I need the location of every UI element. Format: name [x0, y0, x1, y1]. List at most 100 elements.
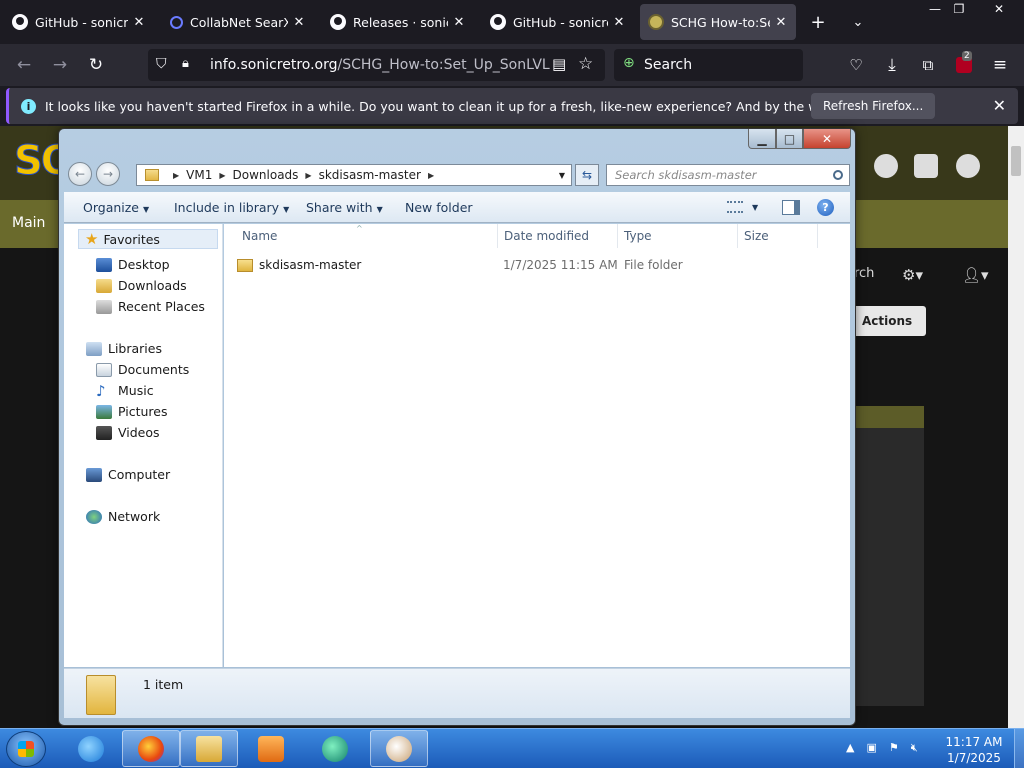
user-icon[interactable]: 👤︎▾ — [962, 266, 989, 284]
column-header-date[interactable]: Date modified — [498, 224, 618, 248]
include-in-library-button[interactable]: Include in library ▼ — [174, 200, 289, 215]
close-icon[interactable]: ✕ — [993, 96, 1006, 115]
breadcrumb-downloads[interactable]: Downloads — [233, 168, 299, 182]
discord-icon[interactable] — [914, 154, 938, 178]
browser-tab[interactable]: CollabNet SearXNG ✕ — [162, 4, 314, 40]
lock-icon[interactable]: 🔒︎ — [182, 56, 189, 71]
share-with-button[interactable]: Share with ▼ — [306, 200, 383, 215]
chevron-right-icon[interactable]: ▶ — [428, 171, 434, 180]
nav-documents[interactable]: Documents — [96, 362, 189, 377]
column-header-name[interactable]: Name — [236, 224, 498, 248]
actions-button[interactable]: Actions — [846, 306, 926, 336]
close-tab-icon[interactable]: ✕ — [292, 15, 306, 30]
scrollbar-thumb[interactable] — [1011, 146, 1021, 176]
chevron-right-icon[interactable]: ▶ — [219, 171, 225, 180]
minimize-button[interactable]: ▁ — [748, 129, 776, 149]
table-row[interactable]: skdisasm-master 1/7/2025 11:15 AM File f… — [237, 254, 837, 276]
media-player-icon[interactable] — [242, 730, 300, 767]
view-dropdown-icon[interactable]: ▼ — [752, 203, 758, 212]
nav-favorites[interactable]: ★ Favorites — [78, 229, 218, 249]
back-arrow-icon[interactable]: ← — [10, 51, 38, 79]
download-icon[interactable]: ⤓ — [878, 51, 906, 79]
maximize-button[interactable]: □ — [776, 129, 803, 149]
nav-videos[interactable]: Videos — [96, 425, 160, 440]
shield-icon[interactable]: ⛉ — [156, 56, 167, 72]
bookmark-star-icon[interactable]: ☆ — [578, 54, 593, 74]
nav-recent-places[interactable]: Recent Places — [96, 299, 205, 314]
nav-label: Network — [108, 509, 161, 524]
tab-label: Releases · sonicretro — [353, 14, 448, 30]
refresh-firefox-button[interactable]: Refresh Firefox... — [811, 93, 936, 119]
browser-tab[interactable]: Releases · sonicretro ✕ — [322, 4, 474, 40]
nav-main-link[interactable]: Main — [12, 215, 45, 231]
preview-pane-icon[interactable] — [782, 200, 800, 215]
volume-muted-icon[interactable]: 🔇︎ — [911, 741, 918, 755]
chevron-right-icon[interactable]: ▶ — [305, 171, 311, 180]
back-button[interactable]: ← — [68, 162, 92, 186]
close-button[interactable]: ✕ — [803, 129, 851, 149]
ublock-icon[interactable]: 2 — [950, 51, 978, 79]
github-icon[interactable] — [874, 154, 898, 178]
reload-icon[interactable]: ↻ — [82, 51, 110, 79]
chat-app-icon[interactable] — [306, 730, 364, 767]
new-tab-button[interactable]: + — [804, 8, 832, 36]
extensions-icon[interactable]: ⧉ — [914, 51, 942, 79]
nav-pictures[interactable]: Pictures — [96, 404, 168, 419]
url-text[interactable]: info.sonicretro.org/SCHG_How-to:Set_Up_S… — [210, 57, 550, 73]
restore-icon[interactable]: ❐ — [944, 0, 974, 18]
browser-tab[interactable]: GitHub - sonicretro ✕ — [4, 4, 154, 40]
share-label: Share with — [306, 200, 373, 215]
page-scrollbar[interactable] — [1008, 126, 1024, 728]
clock-time: 11:17 AM — [945, 735, 1003, 749]
help-icon[interactable]: ? — [817, 199, 834, 216]
chevron-right-icon[interactable]: ▶ — [173, 171, 179, 180]
clock[interactable]: 11:17 AM 1/7/2025 — [940, 734, 1008, 766]
nav-music[interactable]: ♪ Music — [96, 383, 154, 398]
menu-hamburger-icon[interactable]: ≡ — [986, 51, 1014, 79]
details-pane: 1 item — [64, 668, 850, 718]
column-header-type[interactable]: Type — [618, 224, 738, 248]
column-header-size[interactable]: Size — [738, 224, 818, 248]
breadcrumb-vm1[interactable]: VM1 — [186, 168, 212, 182]
dropdown-arrow-icon: ▼ — [143, 205, 150, 214]
internet-explorer-icon[interactable] — [62, 730, 120, 767]
refresh-icon[interactable]: ⇆ — [575, 164, 599, 186]
url-bar[interactable]: ⛉ 🔒︎ info.sonicretro.org/SCHG_How-to:Set… — [148, 49, 605, 81]
browser-tab-active[interactable]: SCHG How-to:Set Up SonLVL ✕ — [640, 4, 796, 40]
close-tab-icon[interactable]: ✕ — [612, 15, 626, 30]
forward-arrow-icon[interactable]: → — [46, 51, 74, 79]
nav-desktop[interactable]: Desktop — [96, 257, 170, 272]
show-hidden-icons-icon[interactable]: ▲ — [846, 741, 854, 755]
address-bar[interactable]: ▶ VM1 ▶ Downloads ▶ skdisasm-master ▶ ▼ — [136, 164, 572, 186]
view-options-icon[interactable] — [727, 201, 743, 213]
nav-downloads[interactable]: Downloads — [96, 278, 187, 293]
firefox-icon[interactable] — [122, 730, 180, 767]
search-bar[interactable]: ⊕ Search — [614, 49, 803, 81]
search-input[interactable]: Search skdisasm-master — [606, 164, 850, 186]
nav-computer[interactable]: Computer — [86, 467, 170, 482]
address-dropdown-icon[interactable]: ▼ — [553, 165, 571, 185]
nav-libraries[interactable]: Libraries — [86, 341, 162, 356]
explorer-folder-icon[interactable] — [180, 730, 238, 767]
reader-view-icon[interactable]: ▤ — [552, 55, 566, 73]
list-tabs-chevron-icon[interactable]: ⌄ — [844, 8, 872, 36]
paint-icon[interactable] — [370, 730, 428, 767]
close-window-icon[interactable]: ✕ — [984, 0, 1014, 18]
close-tab-icon[interactable]: ✕ — [774, 15, 788, 30]
computer-icon — [86, 467, 102, 482]
pocket-icon[interactable]: ♡ — [842, 51, 870, 79]
close-tab-icon[interactable]: ✕ — [132, 15, 146, 30]
nav-network[interactable]: Network — [86, 509, 160, 524]
breadcrumb-skdisasm[interactable]: skdisasm-master — [319, 168, 421, 182]
network-tray-icon[interactable]: ▣ — [866, 741, 876, 755]
browser-tab[interactable]: GitHub - sonicretro ✕ — [482, 4, 634, 40]
forward-button[interactable]: → — [96, 162, 120, 186]
start-button[interactable] — [6, 731, 46, 767]
gears-icon[interactable]: ⚙▾ — [902, 266, 923, 284]
organize-button[interactable]: Organize ▼ — [83, 200, 149, 215]
show-desktop-button[interactable] — [1014, 729, 1024, 768]
new-folder-button[interactable]: New folder — [405, 200, 473, 215]
action-center-flag-icon[interactable]: ⚑ — [889, 741, 899, 755]
sonic-icon[interactable] — [956, 154, 980, 178]
close-tab-icon[interactable]: ✕ — [452, 15, 466, 30]
